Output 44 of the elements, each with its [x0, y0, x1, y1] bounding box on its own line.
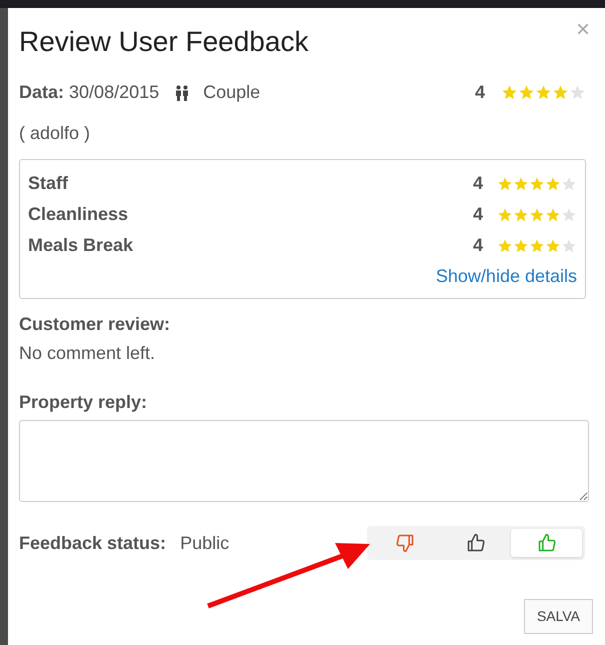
rating-score: 4 — [472, 234, 483, 257]
rating-score: 4 — [472, 172, 483, 195]
reply-field[interactable] — [19, 420, 589, 502]
thumbs-down-icon — [395, 533, 416, 553]
star-icon — [545, 238, 561, 254]
feedback-status-label: Feedback status: — [19, 532, 166, 554]
dialog-title: Review User Feedback — [19, 25, 308, 59]
couple-icon — [175, 84, 190, 100]
star-icon — [545, 176, 561, 192]
star-icon — [561, 176, 577, 192]
star-icon — [545, 206, 561, 222]
rating-category: Cleanliness — [28, 203, 128, 226]
rating-category: Meals Break — [28, 234, 134, 257]
star-icon — [529, 206, 545, 222]
star-icon — [561, 238, 577, 254]
star-icon — [513, 176, 529, 192]
star-icon — [569, 84, 586, 101]
star-icon — [513, 238, 529, 254]
property-reply-label: Property reply: — [19, 391, 148, 414]
star-icon — [518, 84, 535, 101]
show-hide-details-link[interactable]: Show/hide details — [436, 263, 577, 290]
star-icon — [497, 176, 513, 192]
star-icon — [529, 238, 545, 254]
star-icon — [497, 206, 513, 222]
thumbs-up-icon — [536, 533, 557, 553]
save-button[interactable]: SALVA — [524, 599, 593, 634]
star-icon — [552, 84, 569, 101]
star-icon — [501, 84, 518, 101]
overall-score: 4 — [474, 81, 485, 104]
star-icon — [535, 84, 552, 101]
star-icon — [529, 176, 545, 192]
reviewer-name: ( adolfo ) — [19, 122, 92, 145]
customer-review-text: No comment left. — [19, 342, 156, 365]
close-button[interactable]: × — [576, 18, 590, 42]
thumbs-up-icon — [466, 533, 486, 553]
guest-type: Couple — [203, 81, 260, 104]
star-icon — [497, 238, 513, 254]
star-icon — [513, 206, 529, 222]
customer-review-label: Customer review: — [19, 313, 172, 336]
feedback-status-value: Public — [180, 532, 230, 554]
rating-category: Staff — [28, 172, 68, 195]
date-text: Data: 30/08/2015 — [19, 81, 160, 104]
star-icon — [561, 206, 577, 222]
rating-score: 4 — [472, 203, 483, 226]
